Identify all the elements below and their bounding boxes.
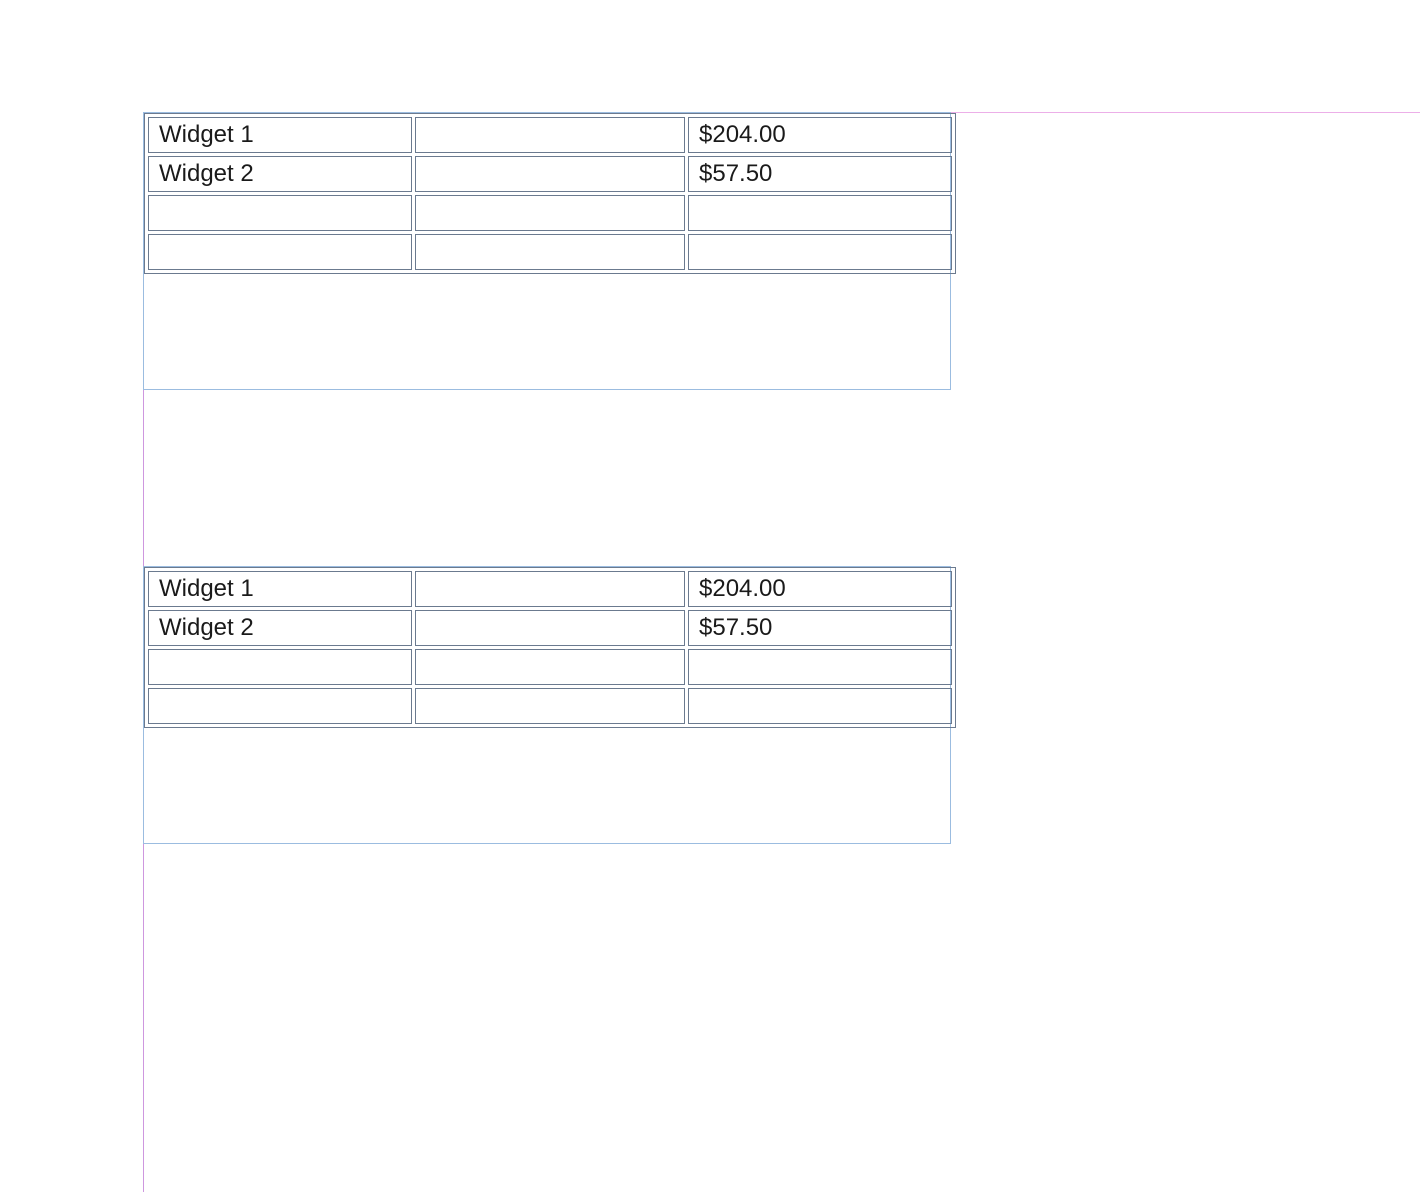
cell-mid[interactable] [415, 195, 685, 231]
table-row[interactable]: Widget 2 $57.50 [148, 156, 952, 192]
text-frame-1[interactable]: Widget 1 $204.00 Widget 2 $57.50 [143, 112, 951, 390]
cell-price[interactable] [688, 649, 952, 685]
cell-price[interactable]: $57.50 [688, 156, 952, 192]
cell-name[interactable]: Widget 1 [148, 117, 412, 153]
cell-mid[interactable] [415, 117, 685, 153]
cell-mid[interactable] [415, 649, 685, 685]
text-frame-2[interactable]: Widget 1 $204.00 Widget 2 $57.50 [143, 566, 951, 844]
cell-price[interactable]: $204.00 [688, 117, 952, 153]
price-table-2[interactable]: Widget 1 $204.00 Widget 2 $57.50 [144, 567, 956, 728]
cell-name[interactable]: Widget 1 [148, 571, 412, 607]
table-row[interactable]: Widget 2 $57.50 [148, 610, 952, 646]
cell-mid[interactable] [415, 610, 685, 646]
table-row[interactable] [148, 234, 952, 270]
cell-name[interactable]: Widget 2 [148, 156, 412, 192]
cell-mid[interactable] [415, 571, 685, 607]
cell-name[interactable] [148, 688, 412, 724]
table-row[interactable] [148, 195, 952, 231]
table-row[interactable]: Widget 1 $204.00 [148, 571, 952, 607]
cell-price[interactable]: $204.00 [688, 571, 952, 607]
cell-price[interactable] [688, 688, 952, 724]
cell-name[interactable] [148, 234, 412, 270]
cell-name[interactable] [148, 649, 412, 685]
cell-price[interactable]: $57.50 [688, 610, 952, 646]
cell-price[interactable] [688, 195, 952, 231]
cell-mid[interactable] [415, 688, 685, 724]
price-table-1[interactable]: Widget 1 $204.00 Widget 2 $57.50 [144, 113, 956, 274]
cell-mid[interactable] [415, 156, 685, 192]
table-row[interactable]: Widget 1 $204.00 [148, 117, 952, 153]
cell-name[interactable] [148, 195, 412, 231]
table-row[interactable] [148, 688, 952, 724]
cell-price[interactable] [688, 234, 952, 270]
table-row[interactable] [148, 649, 952, 685]
cell-name[interactable]: Widget 2 [148, 610, 412, 646]
cell-mid[interactable] [415, 234, 685, 270]
